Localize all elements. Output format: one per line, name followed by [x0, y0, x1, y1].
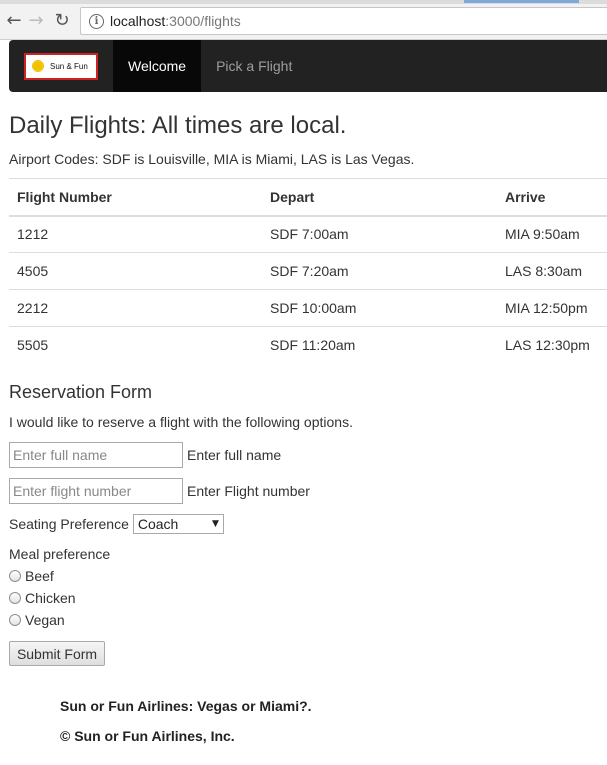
cell-depart: SDF 10:00am — [262, 289, 497, 327]
meal-option-label: Chicken — [25, 590, 76, 606]
flight-number-label: Enter Flight number — [187, 483, 310, 499]
cell-flight-number: 2212 — [9, 289, 262, 327]
radio-button[interactable] — [9, 614, 21, 626]
radio-button[interactable] — [9, 592, 21, 604]
seating-selected-value: Coach — [137, 516, 179, 532]
forward-arrow-icon[interactable]: → — [26, 10, 46, 31]
flight-number-input[interactable] — [9, 478, 183, 504]
cell-flight-number: 5505 — [9, 326, 262, 364]
cell-arrive: LAS 12:30pm — [497, 326, 607, 364]
form-title: Reservation Form — [9, 382, 153, 402]
footer-copyright: © Sun or Fun Airlines, Inc. — [60, 728, 235, 744]
brand-logo-text: Sun & Fun — [50, 61, 88, 71]
header-flight-number: Flight Number — [9, 178, 262, 217]
active-tab-edge — [464, 0, 579, 3]
tab-strip — [0, 0, 607, 4]
seating-label: Seating Preference — [9, 516, 129, 532]
address-bar[interactable]: i localhost:3000/flights — [80, 7, 607, 35]
meal-preference-label: Meal preference — [9, 546, 111, 562]
table-row: 1212 SDF 7:00am MIA 9:50am — [9, 215, 607, 253]
browser-toolbar: ← → ↻ i localhost:3000/flights — [0, 0, 607, 40]
brand-link[interactable]: Sun & Fun — [9, 40, 113, 92]
flights-table: Flight Number Depart Arrive 1212 SDF 7:0… — [9, 178, 607, 364]
full-name-label: Enter full name — [187, 447, 282, 463]
table-row: 5505 SDF 11:20am LAS 12:30pm — [9, 326, 607, 364]
cell-depart: SDF 7:20am — [262, 252, 497, 290]
name-field-row: Enter full name — [9, 442, 281, 468]
table-row: 4505 SDF 7:20am LAS 8:30am — [9, 252, 607, 290]
header-arrive: Arrive — [497, 178, 607, 217]
form-intro: I would like to reserve a flight with th… — [9, 414, 353, 430]
meal-option-label: Vegan — [25, 612, 65, 628]
table-header-row: Flight Number Depart Arrive — [9, 178, 607, 217]
cell-arrive: LAS 8:30am — [497, 252, 607, 290]
brand-logo: Sun & Fun — [24, 52, 98, 80]
site-info-icon[interactable]: i — [89, 13, 104, 29]
sun-icon — [29, 57, 47, 75]
meal-option-chicken[interactable]: Chicken — [9, 590, 76, 606]
table-row: 2212 SDF 10:00am MIA 12:50pm — [9, 289, 607, 327]
cell-flight-number: 1212 — [9, 215, 262, 253]
radio-button[interactable] — [9, 570, 21, 582]
meal-option-label: Beef — [25, 568, 54, 584]
flight-field-row: Enter Flight number — [9, 478, 310, 504]
seating-row: Seating Preference Coach ▼ — [9, 514, 224, 534]
url-host: localhost — [110, 13, 166, 29]
reload-icon[interactable]: ↻ — [52, 10, 72, 31]
page-title: Daily Flights: All times are local. — [9, 112, 347, 139]
cell-arrive: MIA 12:50pm — [497, 289, 607, 327]
url-path: :3000/flights — [165, 13, 241, 29]
nav-welcome[interactable]: Welcome — [113, 40, 202, 92]
full-name-input[interactable] — [9, 442, 183, 468]
back-arrow-icon[interactable]: ← — [4, 10, 24, 31]
chevron-down-icon: ▼ — [211, 519, 219, 529]
site-navbar: Sun & Fun Welcome Pick a Flight — [9, 40, 607, 92]
meal-option-vegan[interactable]: Vegan — [9, 612, 65, 628]
submit-form-button[interactable]: Submit Form — [9, 641, 105, 666]
cell-depart: SDF 11:20am — [262, 326, 497, 364]
footer-tagline: Sun or Fun Airlines: Vegas or Miami?. — [60, 698, 312, 714]
nav-pick-a-flight[interactable]: Pick a Flight — [201, 40, 307, 92]
cell-arrive: MIA 9:50am — [497, 215, 607, 253]
meal-option-beef[interactable]: Beef — [9, 568, 54, 584]
cell-flight-number: 4505 — [9, 252, 262, 290]
cell-depart: SDF 7:00am — [262, 215, 497, 253]
seating-select[interactable]: Coach ▼ — [132, 514, 224, 534]
header-depart: Depart — [262, 178, 497, 217]
airport-codes-note: Airport Codes: SDF is Louisville, MIA is… — [9, 151, 415, 167]
